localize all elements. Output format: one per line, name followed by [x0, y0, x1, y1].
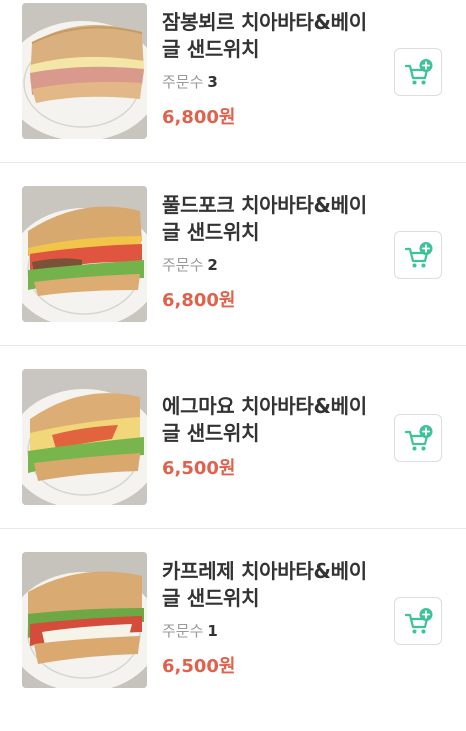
product-name[interactable]: 카프레제 치아바타&베이 글 샌드위치 — [162, 558, 377, 612]
product-name[interactable]: 잠봉뵈르 치아바타&베이 글 샌드위치 — [162, 9, 377, 63]
cart-plus-icon — [404, 242, 433, 268]
product-item[interactable]: 풀드포크 치아바타&베이 글 샌드위치 주문수 2 6,800원 — [0, 183, 466, 365]
product-item[interactable]: 잠봉뵈르 치아바타&베이 글 샌드위치 주문수 3 6,800원 — [0, 0, 466, 182]
product-item[interactable]: 카프레제 치아바타&베이 글 샌드위치 주문수 1 6,500원 — [0, 549, 466, 731]
product-image[interactable] — [22, 369, 147, 505]
product-price: 6,500원 — [162, 458, 236, 479]
divider — [0, 528, 466, 529]
order-count: 주문수 1 — [162, 621, 218, 641]
order-count-label: 주문수 — [162, 256, 204, 274]
order-count-label: 주문수 — [162, 622, 204, 640]
cart-plus-icon — [404, 425, 433, 451]
product-item[interactable]: 에그마요 치아바타&베이 글 샌드위치 6,500원 — [0, 366, 466, 548]
order-count-value: 3 — [207, 73, 218, 91]
cart-plus-icon — [404, 59, 433, 85]
add-to-cart-button[interactable] — [394, 597, 442, 645]
divider — [0, 162, 466, 163]
order-count: 주문수 3 — [162, 72, 218, 92]
product-name-line2: 글 샌드위치 — [162, 37, 260, 61]
add-to-cart-button[interactable] — [394, 414, 442, 462]
product-name-line2: 글 샌드위치 — [162, 586, 260, 610]
product-name-line2: 글 샌드위치 — [162, 220, 260, 244]
product-price: 6,800원 — [162, 107, 236, 128]
product-price: 6,800원 — [162, 290, 236, 311]
product-price: 6,500원 — [162, 656, 236, 677]
product-image[interactable] — [22, 552, 147, 688]
order-count: 주문수 2 — [162, 255, 218, 275]
product-list: 잠봉뵈르 치아바타&베이 글 샌드위치 주문수 3 6,800원 풀드포크 치아… — [0, 0, 466, 690]
product-name-line2: 글 샌드위치 — [162, 421, 260, 445]
order-count-value: 2 — [207, 256, 218, 274]
product-name-line1: 풀드포크 치아바타&베이 — [162, 193, 367, 217]
order-count-label: 주문수 — [162, 73, 204, 91]
order-count-value: 1 — [207, 622, 218, 640]
product-name-line1: 카프레제 치아바타&베이 — [162, 559, 367, 583]
add-to-cart-button[interactable] — [394, 231, 442, 279]
product-name[interactable]: 에그마요 치아바타&베이 글 샌드위치 — [162, 393, 377, 447]
product-name-line1: 에그마요 치아바타&베이 — [162, 394, 367, 418]
product-image[interactable] — [22, 3, 147, 139]
add-to-cart-button[interactable] — [394, 48, 442, 96]
product-name[interactable]: 풀드포크 치아바타&베이 글 샌드위치 — [162, 192, 377, 246]
cart-plus-icon — [404, 608, 433, 634]
product-image[interactable] — [22, 186, 147, 322]
product-name-line1: 잠봉뵈르 치아바타&베이 — [162, 10, 367, 34]
divider — [0, 345, 466, 346]
